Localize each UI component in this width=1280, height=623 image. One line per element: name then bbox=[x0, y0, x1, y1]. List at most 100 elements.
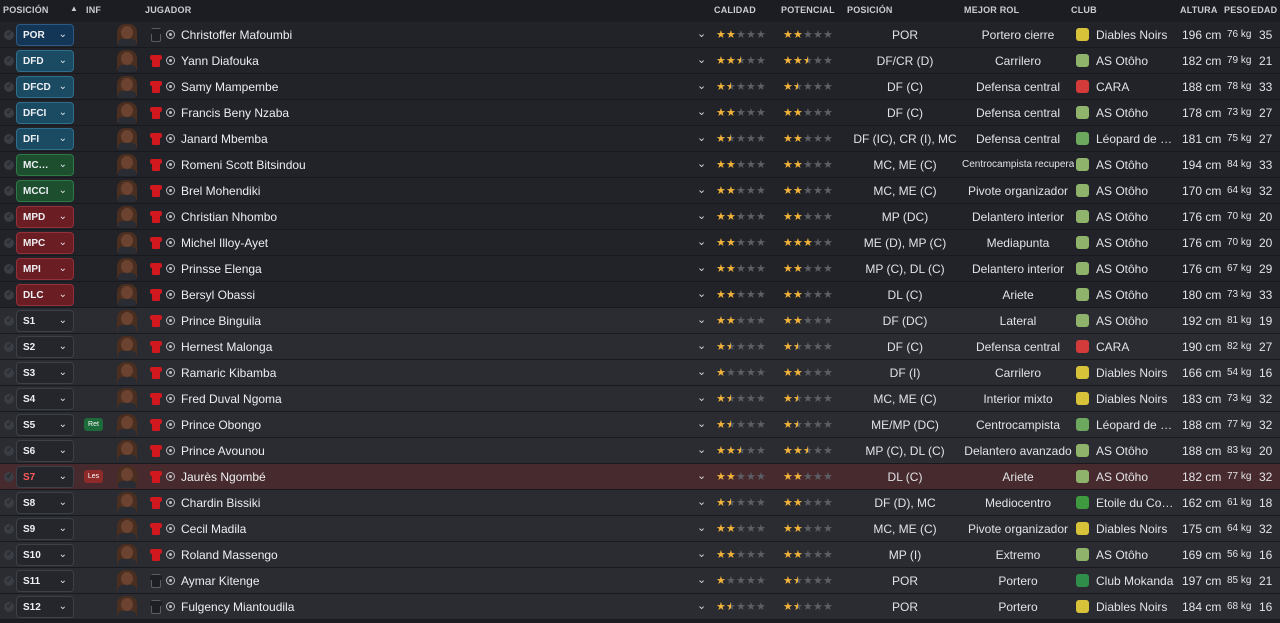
position-selector[interactable]: MPI ⌄ bbox=[16, 258, 74, 280]
player-name[interactable]: Ramaric Kibamba bbox=[181, 366, 276, 380]
table-row[interactable]: S12⌄Fulgency Miantoudila⌄★★★★★★★★★★PORPo… bbox=[0, 594, 1280, 620]
player-name[interactable]: Prinsse Elenga bbox=[181, 262, 262, 276]
info-icon[interactable] bbox=[166, 342, 175, 351]
info-icon[interactable] bbox=[166, 238, 175, 247]
table-row[interactable]: S9⌄Cecil Madila⌄★★★★★★★★★★MC, ME (C)Pivo… bbox=[0, 516, 1280, 542]
player-name[interactable]: Cecil Madila bbox=[181, 522, 246, 536]
select-checkbox[interactable] bbox=[4, 575, 14, 586]
header-potencial[interactable]: POTENCIAL bbox=[781, 5, 835, 15]
header-peso[interactable]: PESO bbox=[1224, 5, 1250, 15]
club-name[interactable]: CARA bbox=[1096, 80, 1178, 94]
position-selector[interactable]: S8 ⌄ bbox=[16, 492, 74, 514]
player-name[interactable]: Hernest Malonga bbox=[181, 340, 272, 354]
info-icon[interactable] bbox=[166, 264, 175, 273]
club-name[interactable]: Club Mokanda bbox=[1096, 574, 1178, 588]
chevron-down-icon[interactable]: ⌄ bbox=[697, 131, 706, 144]
sort-ascending-icon[interactable]: ▲ bbox=[70, 4, 78, 13]
select-checkbox[interactable] bbox=[4, 263, 14, 274]
club-name[interactable]: AS Otôho bbox=[1096, 236, 1178, 250]
info-icon[interactable] bbox=[166, 56, 175, 65]
table-row[interactable]: MPD⌄Christian Nhombo⌄★★★★★★★★★★MP (DC)De… bbox=[0, 204, 1280, 230]
player-name[interactable]: Fred Duval Ngoma bbox=[181, 392, 282, 406]
table-row[interactable]: DLC⌄Bersyl Obassi⌄★★★★★★★★★★DL (C)Ariete… bbox=[0, 282, 1280, 308]
chevron-down-icon[interactable]: ⌄ bbox=[697, 495, 706, 508]
position-selector[interactable]: S2 ⌄ bbox=[16, 336, 74, 358]
player-name[interactable]: Aymar Kitenge bbox=[181, 574, 260, 588]
position-selector[interactable]: MC… ⌄ bbox=[16, 154, 74, 176]
player-name[interactable]: Bersyl Obassi bbox=[181, 288, 255, 302]
chevron-down-icon[interactable]: ⌄ bbox=[697, 521, 706, 534]
select-checkbox[interactable] bbox=[4, 471, 14, 482]
player-name[interactable]: Christian Nhombo bbox=[181, 210, 277, 224]
club-name[interactable]: AS Otôho bbox=[1096, 106, 1178, 120]
select-checkbox[interactable] bbox=[4, 29, 14, 40]
position-selector[interactable]: S9 ⌄ bbox=[16, 518, 74, 540]
club-name[interactable]: AS Otôho bbox=[1096, 158, 1178, 172]
table-row[interactable]: S7⌄LesJaurès Ngombé⌄★★★★★★★★★★DL (C)Arie… bbox=[0, 464, 1280, 490]
table-row[interactable]: DFI⌄Janard Mbemba⌄★★★★★★★★★★DF (IC), CR … bbox=[0, 126, 1280, 152]
chevron-down-icon[interactable]: ⌄ bbox=[697, 27, 706, 40]
select-checkbox[interactable] bbox=[4, 159, 14, 170]
chevron-down-icon[interactable]: ⌄ bbox=[697, 79, 706, 92]
info-icon[interactable] bbox=[166, 82, 175, 91]
player-name[interactable]: Christoffer Mafoumbi bbox=[181, 28, 292, 42]
chevron-down-icon[interactable]: ⌄ bbox=[697, 287, 706, 300]
table-row[interactable]: MCCI⌄Brel Mohendiki⌄★★★★★★★★★★MC, ME (C)… bbox=[0, 178, 1280, 204]
chevron-down-icon[interactable]: ⌄ bbox=[697, 157, 706, 170]
club-name[interactable]: AS Otôho bbox=[1096, 54, 1178, 68]
player-name[interactable]: Janard Mbemba bbox=[181, 132, 268, 146]
chevron-down-icon[interactable]: ⌄ bbox=[697, 599, 706, 612]
table-row[interactable]: MPC⌄Michel Illoy-Ayet⌄★★★★★★★★★★ME (D), … bbox=[0, 230, 1280, 256]
chevron-down-icon[interactable]: ⌄ bbox=[697, 209, 706, 222]
select-checkbox[interactable] bbox=[4, 55, 14, 66]
chevron-down-icon[interactable]: ⌄ bbox=[697, 339, 706, 352]
select-checkbox[interactable] bbox=[4, 237, 14, 248]
position-selector[interactable]: S4 ⌄ bbox=[16, 388, 74, 410]
info-icon[interactable] bbox=[166, 394, 175, 403]
info-icon[interactable] bbox=[166, 446, 175, 455]
position-selector[interactable]: DFD ⌄ bbox=[16, 50, 74, 72]
club-name[interactable]: Diables Noirs bbox=[1096, 600, 1178, 614]
club-name[interactable]: Etoile du Congo bbox=[1096, 496, 1178, 510]
select-checkbox[interactable] bbox=[4, 367, 14, 378]
club-name[interactable]: AS Otôho bbox=[1096, 184, 1178, 198]
position-selector[interactable]: S12 ⌄ bbox=[16, 596, 74, 618]
chevron-down-icon[interactable]: ⌄ bbox=[697, 313, 706, 326]
club-name[interactable]: AS Otôho bbox=[1096, 210, 1178, 224]
player-name[interactable]: Prince Binguila bbox=[181, 314, 261, 328]
select-checkbox[interactable] bbox=[4, 185, 14, 196]
position-selector[interactable]: DFI ⌄ bbox=[16, 128, 74, 150]
club-name[interactable]: AS Otôho bbox=[1096, 470, 1178, 484]
table-row[interactable]: MPI⌄Prinsse Elenga⌄★★★★★★★★★★MP (C), DL … bbox=[0, 256, 1280, 282]
position-selector[interactable]: S6 ⌄ bbox=[16, 440, 74, 462]
table-row[interactable]: S3⌄Ramaric Kibamba⌄★★★★★★★★★★DF (I)Carri… bbox=[0, 360, 1280, 386]
select-checkbox[interactable] bbox=[4, 393, 14, 404]
chevron-down-icon[interactable]: ⌄ bbox=[697, 53, 706, 66]
header-posicion[interactable]: POSICIÓN bbox=[3, 5, 49, 15]
position-selector[interactable]: S3 ⌄ bbox=[16, 362, 74, 384]
player-name[interactable]: Fulgency Miantoudila bbox=[181, 600, 294, 614]
header-altura[interactable]: ALTURA bbox=[1180, 5, 1218, 15]
info-icon[interactable] bbox=[166, 472, 175, 481]
player-name[interactable]: Michel Illoy-Ayet bbox=[181, 236, 268, 250]
table-row[interactable]: S2⌄Hernest Malonga⌄★★★★★★★★★★DF (C)Defen… bbox=[0, 334, 1280, 360]
info-icon[interactable] bbox=[166, 134, 175, 143]
select-checkbox[interactable] bbox=[4, 497, 14, 508]
info-icon[interactable] bbox=[166, 290, 175, 299]
position-selector[interactable]: MPC ⌄ bbox=[16, 232, 74, 254]
chevron-down-icon[interactable]: ⌄ bbox=[697, 391, 706, 404]
chevron-down-icon[interactable]: ⌄ bbox=[697, 417, 706, 430]
info-icon[interactable] bbox=[166, 186, 175, 195]
table-row[interactable]: S1⌄Prince Binguila⌄★★★★★★★★★★DF (DC)Late… bbox=[0, 308, 1280, 334]
club-name[interactable]: Diables Noirs bbox=[1096, 366, 1178, 380]
club-name[interactable]: AS Otôho bbox=[1096, 314, 1178, 328]
select-checkbox[interactable] bbox=[4, 341, 14, 352]
table-row[interactable]: POR⌄Christoffer Mafoumbi⌄★★★★★★★★★★PORPo… bbox=[0, 22, 1280, 48]
select-checkbox[interactable] bbox=[4, 211, 14, 222]
position-selector[interactable]: MCCI ⌄ bbox=[16, 180, 74, 202]
header-club[interactable]: CLUB bbox=[1071, 5, 1097, 15]
position-selector[interactable]: S7 ⌄ bbox=[16, 466, 74, 488]
position-selector[interactable]: DFCD ⌄ bbox=[16, 76, 74, 98]
header-mejor-rol[interactable]: MEJOR ROL bbox=[964, 5, 1019, 15]
club-name[interactable]: Diables Noirs bbox=[1096, 522, 1178, 536]
